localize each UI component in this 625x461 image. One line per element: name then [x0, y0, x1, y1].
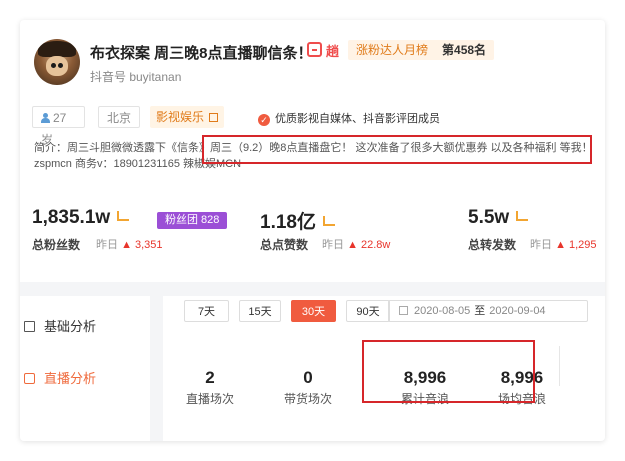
stat-delta: ▲ 1,295 [555, 239, 597, 251]
range-90d-button[interactable]: 90天 [346, 300, 390, 322]
sidebar-item-label: 基础分析 [44, 319, 97, 334]
live-icon [24, 373, 35, 384]
yesterday-label: 昨日 [530, 239, 552, 251]
category-label: 影视娱乐 [156, 110, 205, 124]
live-icon[interactable] [307, 42, 322, 57]
stat-label: 总粉丝数 [32, 238, 81, 252]
range-15d-button[interactable]: 15天 [239, 300, 281, 322]
metric-sales-sessions: 0 带货场次 [278, 368, 338, 407]
stat-likes: 1.18亿 总点赞数 昨日 ▲ 22.8w [260, 207, 390, 252]
profile-header-panel: 布衣探案 周三晚8点直播聊信条！ 趟 涨粉达人月榜 第458名 抖音号 buyit… [20, 20, 605, 282]
age-tag: 27岁 [32, 106, 85, 147]
avatar-eye-right [58, 63, 63, 68]
stat-value: 5.5w [468, 207, 510, 228]
date-separator: 至 [474, 305, 486, 317]
check-icon: ✓ [258, 114, 270, 126]
account-name: 布衣探案 周三晚8点直播聊信条！ [90, 45, 313, 62]
date-end: 2020-09-04 [489, 305, 546, 317]
sidebar-item-basic-analysis[interactable]: 基础分析 [24, 316, 96, 335]
yesterday-label: 昨日 [322, 239, 344, 251]
rank-label: 涨粉达人月榜 [356, 43, 429, 57]
metric-value: 2 [205, 368, 215, 387]
stat-yesterday: 昨日 ▲ 22.8w [322, 236, 390, 252]
range-30d-button[interactable]: 30天 [291, 300, 336, 322]
city-tag: 北京 [98, 106, 140, 128]
stat-value: 1.18亿 [260, 212, 316, 233]
yesterday-label: 昨日 [96, 239, 118, 251]
certification-text: 优质影视自媒体、抖音影评团成员 [275, 113, 440, 125]
rank-value: 第458名 [442, 43, 487, 57]
stat-label: 总转发数 [468, 238, 517, 252]
date-start: 2020-08-05 [414, 305, 471, 317]
douyin-id: 抖音号 buyitanan [90, 70, 182, 84]
metric-value: 0 [303, 368, 313, 387]
category-tag[interactable]: 影视娱乐 [150, 106, 225, 128]
sidebar-item-live-analysis[interactable]: 直播分析 [24, 368, 96, 387]
stat-fans: 1,835.1w 总粉丝数 昨日 ▲ 3,351 [32, 207, 163, 252]
metric-label: 直播场次 [185, 392, 234, 406]
stat-yesterday: 昨日 ▲ 1,295 [530, 236, 597, 252]
person-icon [41, 113, 50, 123]
metric-label: 带货场次 [283, 392, 332, 406]
rank-tag[interactable]: 涨粉达人月榜 第458名 [348, 40, 495, 60]
certification: ✓ 优质影视自媒体、抖音影评团成员 [258, 110, 440, 126]
avatar-eye-left [51, 63, 56, 68]
stat-delta: ▲ 22.8w [347, 239, 391, 251]
trend-chart-icon[interactable] [322, 216, 335, 226]
stat-yesterday: 昨日 ▲ 3,351 [96, 236, 163, 252]
avatar-hat [38, 41, 76, 57]
stat-shares: 5.5w 总转发数 昨日 ▲ 1,295 [468, 207, 597, 252]
avatar-face [46, 56, 68, 76]
stat-label: 总点赞数 [260, 238, 309, 252]
shop-icon[interactable]: 趟 [326, 41, 339, 60]
avatar[interactable] [34, 39, 80, 85]
fans-club-badge[interactable]: 粉丝团 828 [157, 212, 228, 229]
yinlang-highlight-box [362, 340, 535, 403]
sidebar-item-label: 直播分析 [44, 371, 97, 386]
stat-delta: ▲ 3,351 [121, 239, 163, 251]
bar-chart-icon [24, 321, 35, 332]
date-range-picker[interactable]: 2020-08-05 至 2020-09-04 [388, 300, 588, 322]
calendar-icon [399, 306, 408, 315]
trend-chart-icon[interactable] [117, 211, 130, 221]
bio-highlight-box [202, 135, 592, 164]
divider [559, 346, 560, 386]
stat-value: 1,835.1w [32, 207, 111, 228]
metric-live-sessions: 2 直播场次 [180, 368, 240, 407]
edit-icon[interactable] [209, 113, 219, 122]
range-7d-button[interactable]: 7天 [184, 300, 229, 322]
trend-chart-icon[interactable] [516, 211, 529, 221]
